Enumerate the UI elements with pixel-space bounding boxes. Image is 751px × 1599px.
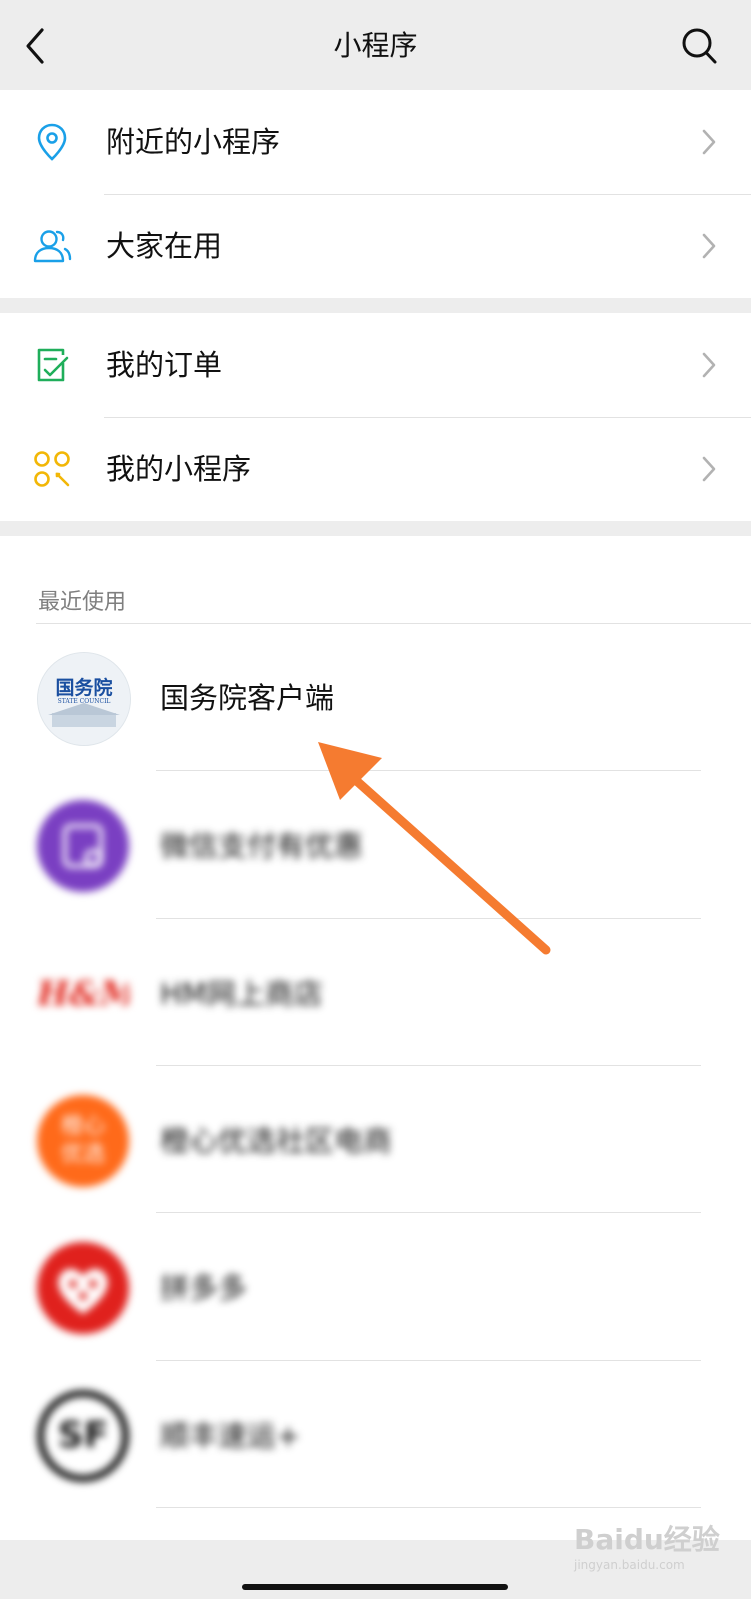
logo-text: H&M [37,974,129,1014]
chevron-right-icon [702,456,716,482]
watermark: Baidu经验 jingyan.baidu.com [574,1518,720,1572]
menu-item-my-miniprograms[interactable]: 我的小程序 [0,417,751,521]
menu-item-label: 我的订单 [106,348,223,382]
app-name: 橙心优选社区电商 [160,1124,393,1158]
coupon-icon [63,824,103,868]
recent-app-item[interactable]: 拼多多 [0,1212,751,1360]
app-logo: 橙心优选 [37,1095,129,1187]
watermark-text: Baidu经验 [574,1523,720,1556]
logo-text: 国务院 [55,677,113,699]
watermark-subtext: jingyan.baidu.com [574,1558,685,1572]
menu-item-label: 附近的小程序 [106,125,281,159]
menu-item-nearby[interactable]: 附近的小程序 [0,90,751,194]
mine-group: 我的订单 我的小程序 [0,313,751,521]
menu-item-label: 我的小程序 [106,452,252,486]
chevron-right-icon [702,352,716,378]
recent-app-item[interactable]: SF 顺丰速运+ [0,1360,751,1508]
menu-item-popular[interactable]: 大家在用 [0,194,751,298]
order-list-icon [37,348,69,382]
chevron-right-icon [702,129,716,155]
recent-app-item[interactable]: 橙心优选 橙心优选社区电商 [0,1065,751,1213]
recent-section-title: 最近使用 [38,590,127,615]
app-logo: H&M [37,948,129,1040]
app-logo [37,800,129,892]
users-icon [33,230,72,263]
menu-item-label: 大家在用 [106,229,223,263]
divider [156,1507,701,1508]
my-miniprograms-icon [34,451,70,487]
logo-text: SF [57,1415,109,1456]
app-name: 国务院客户端 [160,681,335,715]
app-logo: SF [37,1390,129,1482]
logo-text: 橙心优选 [60,1114,105,1167]
discover-group: 附近的小程序 大家在用 [0,90,751,298]
recent-app-item[interactable]: 微信支付有优惠 [0,770,751,918]
app-name: 顺丰速运+ [160,1419,301,1453]
app-name: 拼多多 [160,1271,248,1305]
menu-item-orders[interactable]: 我的订单 [0,313,751,417]
app-name: HM网上商店 [160,977,323,1011]
app-logo: 国务院 STATE COUNCIL [37,652,131,746]
chevron-right-icon [702,233,716,259]
recent-app-item[interactable]: H&M HM网上商店 [0,918,751,1066]
location-pin-icon [37,123,67,161]
recent-app-item[interactable]: 国务院 STATE COUNCIL 国务院客户端 [0,622,751,770]
home-indicator[interactable] [242,1584,508,1590]
logo-subtext: STATE COUNCIL [57,698,111,705]
page-title: 小程序 [333,29,418,62]
heart-logo-icon [58,1268,108,1314]
nav-bar: 小程序 [0,0,751,90]
app-name: 微信支付有优惠 [160,829,364,863]
search-icon[interactable] [680,26,718,66]
app-logo [37,1242,129,1334]
